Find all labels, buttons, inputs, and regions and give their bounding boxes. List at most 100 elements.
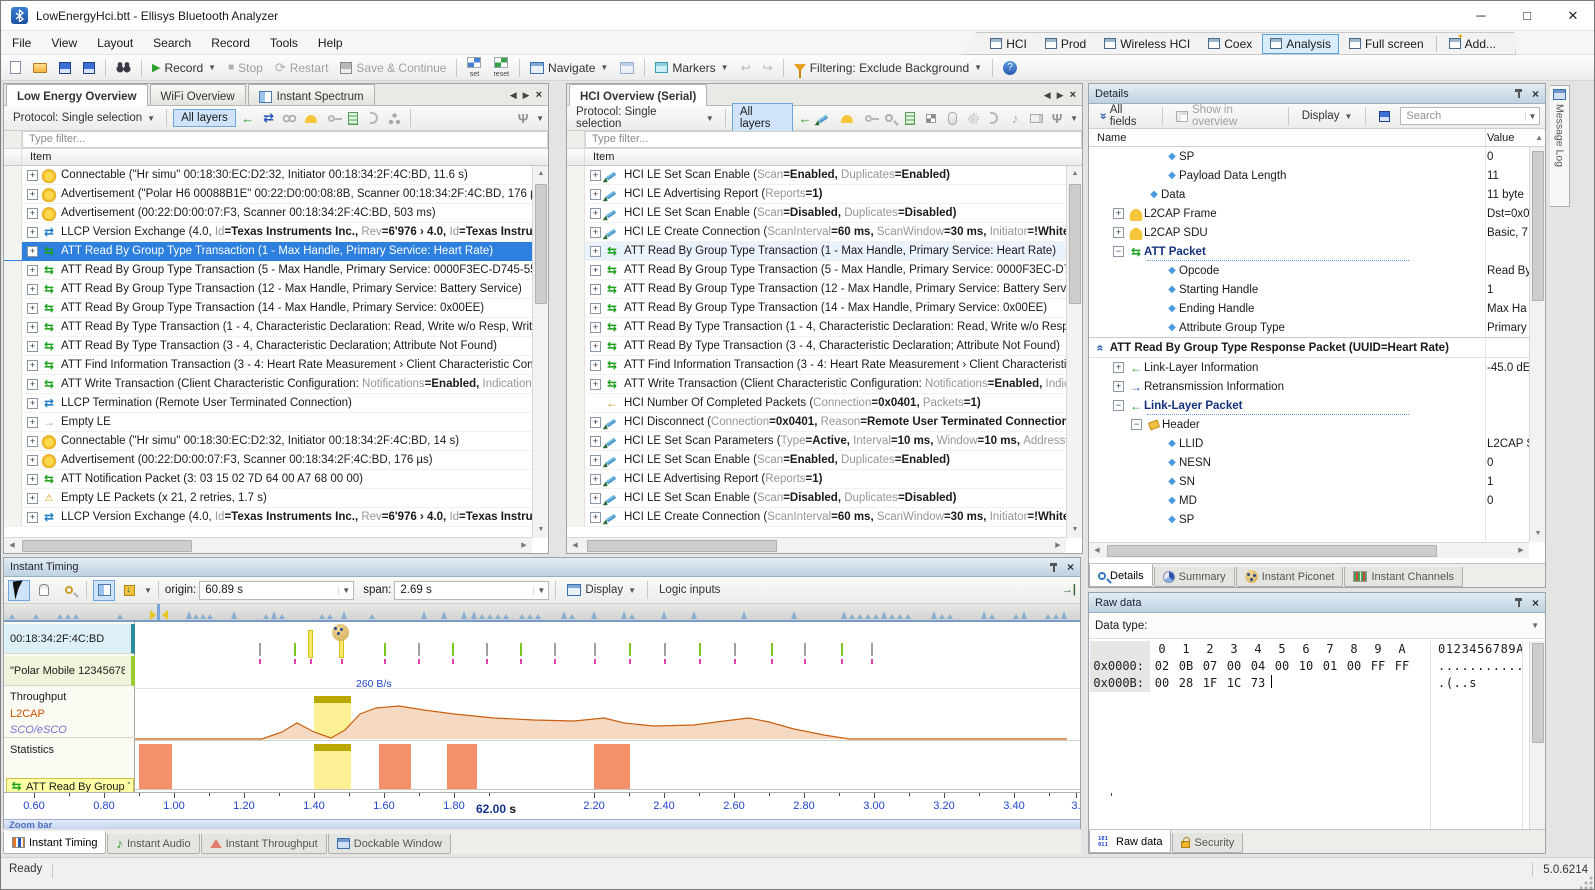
tab-security[interactable]: Security <box>1172 833 1243 853</box>
expand-icon[interactable]: + <box>590 303 601 314</box>
raw-vertical-scrollbar[interactable] <box>1529 641 1545 829</box>
zoom-tool-button[interactable] <box>58 580 80 601</box>
left-vertical-scrollbar[interactable]: ▲ ▼ <box>532 166 548 538</box>
list-item[interactable]: +⇆ATT Write Transaction (Client Characte… <box>567 375 1066 394</box>
details-column-header[interactable]: Name Value ▲ <box>1089 129 1545 147</box>
tab-instant-timing[interactable]: Instant Timing <box>3 831 106 854</box>
details-row[interactable]: ◆NESN0 <box>1089 453 1529 472</box>
hex-byte[interactable]: 00 <box>1150 675 1174 692</box>
hex-byte[interactable]: 01 <box>1318 658 1342 675</box>
perspective-tab-analysis[interactable]: Analysis <box>1262 34 1339 54</box>
packet-tick[interactable] <box>629 643 631 656</box>
details-row[interactable]: ◆SP0 <box>1089 147 1529 166</box>
hex-byte[interactable]: 0B <box>1174 658 1198 675</box>
split-view-button[interactable] <box>93 580 115 601</box>
expand-icon[interactable]: + <box>27 303 38 314</box>
view-range-left-marker[interactable] <box>150 610 156 620</box>
expand-icon[interactable]: + <box>590 227 601 238</box>
span-combobox[interactable]: 2.69 s▼ <box>394 581 549 600</box>
hex-byte[interactable]: FF <box>1390 658 1414 675</box>
list-item[interactable]: +⇆ATT Read By Group Type Transaction (14… <box>4 299 532 318</box>
show-in-overview-button[interactable]: Show in overview <box>1171 102 1280 130</box>
expand-icon[interactable]: + <box>27 246 38 257</box>
close-panel-icon[interactable]: × <box>1070 89 1076 101</box>
list-item[interactable]: +HCI LE Set Scan Parameters (Type=Active… <box>567 432 1066 451</box>
lane-l2cap[interactable]: L2CAP <box>4 706 135 722</box>
filtering-dropdown[interactable]: Filtering: Exclude Background▼ <box>789 59 987 77</box>
hex-byte[interactable]: 00 <box>1342 658 1366 675</box>
list-item[interactable]: +⇆ATT Read By Group Type Transaction (5 … <box>4 261 532 280</box>
toolbar-overflow-icon[interactable]: ▼ <box>1070 114 1078 123</box>
expand-icon[interactable]: + <box>27 474 38 485</box>
hex-row[interactable]: 0x0000:020B07000400100100FFFF........... <box>1090 658 1528 675</box>
expand-icon[interactable]: + <box>27 398 38 409</box>
marker-dropdown-icon[interactable]: ▼ <box>144 586 152 595</box>
resize-grip[interactable] <box>1580 875 1594 889</box>
save-button[interactable] <box>54 60 76 76</box>
expand-icon[interactable]: + <box>590 360 601 371</box>
left-horizontal-scrollbar[interactable]: ◀ ▶ <box>4 537 532 553</box>
hci-column-header[interactable]: Item <box>567 149 1082 166</box>
statistics-bar[interactable] <box>379 744 411 789</box>
list-item[interactable]: +Advertisement ("Polar H6 00088B1E" 00:2… <box>4 185 532 204</box>
expand-icon[interactable]: + <box>1113 208 1124 219</box>
list-item[interactable]: +⇆ATT Read By Group Type Transaction (12… <box>4 280 532 299</box>
expand-icon[interactable]: + <box>27 265 38 276</box>
time-axis[interactable]: 0.600.801.001.201.401.601.802.202.402.60… <box>4 792 1080 819</box>
piconet-ball-icon[interactable] <box>332 624 349 641</box>
expand-icon[interactable]: − <box>1113 246 1124 257</box>
expand-icon[interactable]: + <box>590 322 601 333</box>
list-item[interactable]: +←HCI Number Of Completed Packets (Conne… <box>567 394 1066 413</box>
all-layers-button[interactable]: All layers <box>173 109 236 127</box>
find-button[interactable] <box>111 60 136 75</box>
timeline-overview-strip[interactable] <box>4 604 1080 622</box>
packet-tick[interactable] <box>452 643 454 656</box>
lane-device-1[interactable]: 00:18:34:2F:4C:BD <box>4 624 135 654</box>
protocol-selector[interactable]: Protocol: Single selection▼ <box>8 110 160 126</box>
pin-icon[interactable] <box>1514 88 1524 99</box>
reset-markers-button[interactable]: reset <box>488 55 514 80</box>
pin-icon[interactable] <box>1049 562 1059 573</box>
lane-device-2[interactable]: "Polar Mobile 12345678" 6... <box>4 656 135 686</box>
scroll-tabs-left-icon[interactable]: ◀ <box>1044 90 1051 101</box>
hid-filter-button[interactable] <box>943 109 961 127</box>
minimize-button[interactable]: ─ <box>1458 1 1504 31</box>
list-item[interactable]: +HCI LE Set Scan Enable (Scan=Disabled, … <box>567 489 1066 508</box>
expand-icon[interactable]: + <box>27 379 38 390</box>
attribute-protocol-button[interactable] <box>901 109 919 127</box>
details-row[interactable]: ◆LLIDL2CAP S <box>1089 434 1529 453</box>
broadcast-button[interactable] <box>964 109 982 127</box>
expand-icon[interactable]: + <box>590 189 601 200</box>
copy-button[interactable] <box>1374 109 1395 124</box>
tab-dockable-window[interactable]: Dockable Window <box>328 834 451 854</box>
hex-row[interactable]: 0x000B:00281F1C73.(..s <box>1090 675 1528 692</box>
close-panel-icon[interactable]: × <box>536 89 542 101</box>
details-search-input[interactable]: Search ▼ <box>1400 107 1540 125</box>
markers-button[interactable]: Markers▼ <box>650 59 733 77</box>
expand-icon[interactable]: + <box>590 379 601 390</box>
list-item[interactable]: +⇆ATT Read By Group Type Transaction (1 … <box>567 242 1066 261</box>
packet-tick[interactable] <box>841 643 843 656</box>
all-layers-button[interactable]: All layers <box>732 103 793 133</box>
record-dropdown-arrow[interactable]: ▼ <box>208 63 216 72</box>
link-filter-button[interactable] <box>281 109 299 127</box>
record-button[interactable]: ▶Record▼ <box>147 59 221 77</box>
race-flag-button[interactable] <box>922 109 940 127</box>
expand-icon[interactable]: + <box>590 246 601 257</box>
expand-icon[interactable]: + <box>27 322 38 333</box>
expand-icon[interactable]: + <box>1113 362 1124 373</box>
hci-type-filter-input[interactable]: Type filter... <box>585 131 1082 148</box>
details-row[interactable]: +←Link-Layer Information-45.0 dE <box>1089 358 1529 377</box>
origin-combobox[interactable]: 60.89 s▼ <box>199 581 354 600</box>
packet-tick[interactable] <box>771 643 773 656</box>
protocol-selector[interactable]: Protocol: Single selection▼ <box>571 104 719 132</box>
details-row[interactable]: +L2CAP SDUBasic, 7 <box>1089 223 1529 242</box>
perspective-tab-hci[interactable]: HCI <box>982 34 1035 54</box>
data-type-dropdown-icon[interactable]: ▼ <box>1531 621 1539 630</box>
previous-item-button[interactable]: ← <box>796 109 814 127</box>
message-log-side-tab[interactable]: Message Log <box>1550 85 1570 207</box>
details-row[interactable]: ◆SN1 <box>1089 472 1529 491</box>
expand-icon[interactable]: + <box>590 341 601 352</box>
statistics-bar[interactable] <box>139 744 172 789</box>
l2cap-filter-button[interactable] <box>302 109 320 127</box>
